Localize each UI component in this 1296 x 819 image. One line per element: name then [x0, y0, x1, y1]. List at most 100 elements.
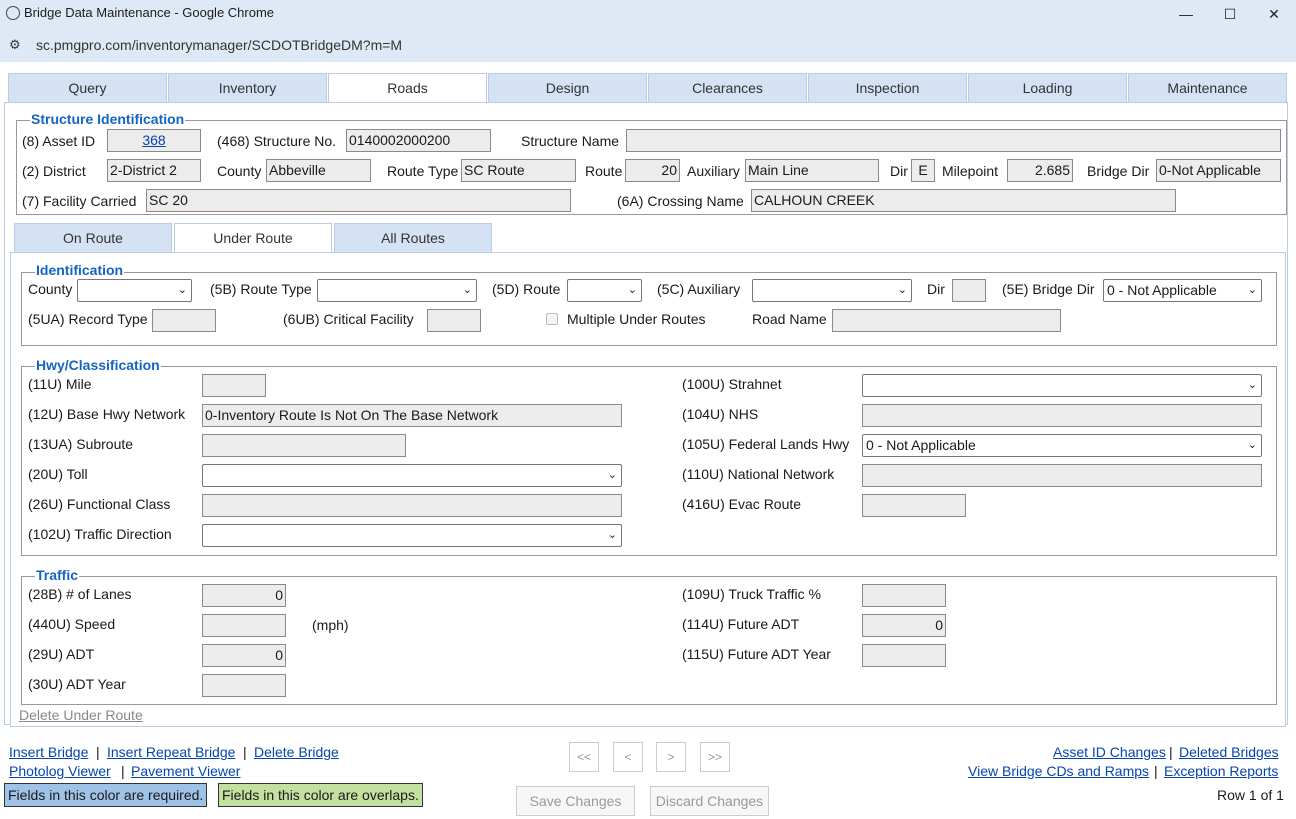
pavement-viewer-link[interactable]: Pavement Viewer [131, 763, 240, 779]
lanes-label: (28B) # of Lanes [28, 586, 132, 602]
lanes-field[interactable]: 0 [202, 584, 286, 607]
ur-dir-field[interactable] [952, 279, 986, 302]
exception-reports-link[interactable]: Exception Reports [1164, 763, 1278, 779]
separator: | [96, 744, 100, 760]
truck-traffic-label: (109U) Truck Traffic % [682, 586, 822, 602]
asset-id-changes-link[interactable]: Asset ID Changes [1053, 744, 1166, 760]
previous-record-button[interactable]: < [613, 742, 643, 772]
save-changes-button[interactable]: Save Changes [516, 786, 635, 816]
base-hwy-label: (12U) Base Hwy Network [28, 406, 186, 422]
hwy-classification-legend: Hwy/Classification [35, 357, 161, 373]
speed-field[interactable] [202, 614, 286, 637]
national-network-field[interactable] [862, 464, 1262, 487]
bridge-dir-field[interactable]: 0-Not Applicable [1156, 159, 1281, 182]
photolog-viewer-link[interactable]: Photolog Viewer [9, 763, 111, 779]
nhs-field[interactable] [862, 404, 1262, 427]
deleted-bridges-link[interactable]: Deleted Bridges [1179, 744, 1279, 760]
last-record-button[interactable]: >> [700, 742, 730, 772]
tab-inventory[interactable]: Inventory [168, 73, 327, 103]
toll-select[interactable]: ⌄ [202, 464, 622, 487]
national-network-label: (110U) National Network [682, 466, 835, 482]
adt-label: (29U) ADT [28, 646, 95, 662]
insert-bridge-link[interactable]: Insert Bridge [9, 744, 88, 760]
nhs-label: (104U) NHS [682, 406, 759, 422]
asset-id-field[interactable]: 368 [107, 129, 201, 152]
asset-id-link[interactable]: 368 [142, 132, 165, 148]
ur-county-select[interactable]: ⌄ [77, 279, 192, 302]
route-type-field[interactable]: SC Route [461, 159, 576, 182]
tab-inspection[interactable]: Inspection [808, 73, 967, 103]
ur-auxiliary-label: (5C) Auxiliary [657, 281, 741, 297]
crossing-name-label: (6A) Crossing Name [617, 193, 744, 209]
site-settings-icon[interactable]: ⚙ [9, 37, 21, 53]
delete-bridge-link[interactable]: Delete Bridge [254, 744, 339, 760]
tab-design[interactable]: Design [488, 73, 647, 103]
county-field[interactable]: Abbeville [266, 159, 371, 182]
tab-loading[interactable]: Loading [968, 73, 1127, 103]
milepoint-field[interactable]: 2.685 [1007, 159, 1073, 182]
federal-lands-select[interactable]: 0 - Not Applicable ⌄ [862, 434, 1262, 457]
asset-id-label: (8) Asset ID [22, 133, 96, 149]
facility-carried-label: (7) Facility Carried [22, 193, 137, 209]
route-type-label: Route Type [387, 163, 459, 179]
dir-field[interactable]: E [911, 159, 935, 182]
adt-year-field[interactable] [202, 674, 286, 697]
first-record-button[interactable]: << [569, 742, 599, 772]
structure-no-field[interactable]: 0140002000200 [346, 129, 491, 152]
subtab-under-route[interactable]: Under Route [174, 223, 332, 254]
close-icon[interactable]: ✕ [1252, 2, 1296, 26]
tab-clearances[interactable]: Clearances [648, 73, 807, 103]
future-adt-field[interactable]: 0 [862, 614, 946, 637]
evac-route-label: (416U) Evac Route [682, 496, 802, 512]
auxiliary-field[interactable]: Main Line [745, 159, 879, 182]
district-field[interactable]: 2-District 2 [107, 159, 201, 182]
functional-class-field[interactable] [202, 494, 622, 517]
critical-facility-field[interactable] [427, 309, 481, 332]
tab-roads[interactable]: Roads [328, 73, 487, 104]
insert-repeat-bridge-link[interactable]: Insert Repeat Bridge [107, 744, 235, 760]
truck-traffic-field[interactable] [862, 584, 946, 607]
adt-field[interactable]: 0 [202, 644, 286, 667]
speed-label: (440U) Speed [28, 616, 116, 632]
crossing-name-field[interactable]: CALHOUN CREEK [751, 189, 1176, 212]
route-field[interactable]: 20 [625, 159, 680, 182]
ur-route-type-select[interactable]: ⌄ [317, 279, 477, 302]
traffic-direction-select[interactable]: ⌄ [202, 524, 622, 547]
multiple-under-routes-checkbox[interactable] [546, 313, 558, 325]
next-record-button[interactable]: > [656, 742, 686, 772]
structure-no-label: (468) Structure No. [217, 133, 337, 149]
subtab-all-routes[interactable]: All Routes [334, 223, 492, 253]
record-type-field[interactable] [152, 309, 216, 332]
view-bridge-cds-link[interactable]: View Bridge CDs and Ramps [968, 763, 1149, 779]
discard-changes-button[interactable]: Discard Changes [650, 786, 769, 816]
federal-lands-value: 0 - Not Applicable [866, 437, 976, 453]
minimize-icon[interactable]: — [1164, 2, 1208, 26]
url-text[interactable]: sc.pmgpro.com/inventorymanager/SCDOTBrid… [36, 37, 402, 53]
delete-under-route-link[interactable]: Delete Under Route [19, 707, 143, 723]
ur-route-select[interactable]: ⌄ [567, 279, 642, 302]
tab-query[interactable]: Query [8, 73, 167, 103]
record-type-label: (5UA) Record Type [28, 311, 148, 327]
structure-name-label: Structure Name [521, 133, 620, 149]
subroute-field[interactable] [202, 434, 406, 457]
maximize-icon[interactable]: ☐ [1208, 2, 1252, 26]
road-name-field[interactable] [832, 309, 1061, 332]
traffic-direction-label: (102U) Traffic Direction [28, 526, 172, 542]
identification-legend: Identification [35, 262, 125, 278]
chevron-down-icon: ⌄ [627, 284, 637, 296]
ur-bridge-dir-select[interactable]: 0 - Not Applicable ⌄ [1103, 279, 1262, 302]
base-hwy-field[interactable]: 0-Inventory Route Is Not On The Base Net… [202, 404, 622, 427]
chevron-down-icon: ⌄ [897, 284, 907, 296]
strahnet-select[interactable]: ⌄ [862, 374, 1262, 397]
ur-auxiliary-select[interactable]: ⌄ [752, 279, 912, 302]
future-adt-year-field[interactable] [862, 644, 946, 667]
facility-carried-field[interactable]: SC 20 [146, 189, 571, 212]
evac-route-field[interactable] [862, 494, 966, 517]
adt-year-label: (30U) ADT Year [28, 676, 126, 692]
mile-field[interactable] [202, 374, 266, 397]
mile-label: (11U) Mile [28, 376, 92, 392]
subtab-on-route[interactable]: On Route [14, 223, 172, 253]
chevron-down-icon: ⌄ [1247, 439, 1257, 451]
tab-maintenance[interactable]: Maintenance [1128, 73, 1287, 103]
structure-name-field[interactable] [626, 129, 1281, 152]
